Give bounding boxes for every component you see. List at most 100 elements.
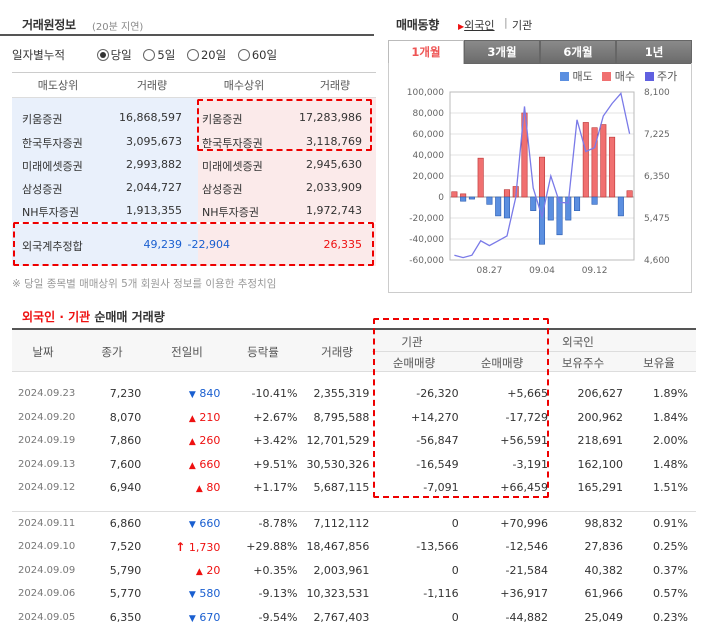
broker-footnote: ※ 당일 종목별 매매상위 5개 회원사 정보를 이용한 추정치임 xyxy=(12,278,277,290)
buy-bar xyxy=(600,124,607,198)
tab-3month[interactable]: 3개월 xyxy=(464,40,540,64)
buy-volume: 2,945,630 xyxy=(306,158,362,171)
table-row: 2024.09.06 5,770 ▼ 580 -9.13% 10,323,531 -1,1… xyxy=(12,582,696,606)
header-inst: 기관 xyxy=(401,335,423,349)
header-buy-vol: 거래량 xyxy=(319,79,351,92)
left-tick-label: -60,000 xyxy=(409,256,444,266)
cell-inst-net: -26,320 xyxy=(416,387,459,401)
buy-firm: 키움증권 xyxy=(202,113,243,126)
tab-1year[interactable]: 1년 xyxy=(616,40,692,64)
tab-6month[interactable]: 6개월 xyxy=(540,40,616,64)
cell-rate: +3.42% xyxy=(253,434,298,448)
cell-date: 2024.09.13 xyxy=(18,458,76,470)
cell-ratio: 0.23% xyxy=(653,610,688,624)
header-sell-vol: 거래량 xyxy=(136,79,168,92)
row-spacer xyxy=(12,499,696,512)
cell-date: 2024.09.20 xyxy=(18,411,76,423)
toggle-inst[interactable]: 기관 xyxy=(512,17,532,33)
broker-row: 삼성증권 2,044,727 삼성증권 2,033,909 xyxy=(12,176,376,199)
change-value: 670 xyxy=(199,610,221,624)
sell-volume: 3,095,673 xyxy=(126,135,182,148)
radio-icon[interactable] xyxy=(143,49,156,61)
cell-inst-net: -1,116 xyxy=(423,587,459,601)
broker-row: 미래에셋증권 2,993,882 미래에셋증권 2,945,630 xyxy=(12,153,376,176)
down-arrow-icon: ▼ xyxy=(188,390,196,401)
cell-ratio: 0.37% xyxy=(653,563,688,577)
buy-bar xyxy=(609,136,616,198)
left-tick-label: 80,000 xyxy=(413,109,445,119)
cell-inst-net: 0 xyxy=(451,517,459,530)
sell-bar xyxy=(468,196,475,200)
radio-today[interactable]: 당일 xyxy=(96,48,140,62)
cell-inst-net: 0 xyxy=(451,610,459,624)
change-value: 580 xyxy=(199,587,221,601)
cell-volume: 2,003,961 xyxy=(313,563,370,577)
radio-20day[interactable]: 20일 xyxy=(186,48,234,62)
left-tick-label: 20,000 xyxy=(413,172,445,182)
change-value: 660 xyxy=(199,457,221,471)
sell-firm: 한국투자증권 xyxy=(22,137,83,150)
cell-date: 2024.09.06 xyxy=(18,588,76,600)
left-tick-label: -20,000 xyxy=(409,214,444,224)
radio-icon[interactable] xyxy=(96,49,109,61)
sell-volume: 2,044,727 xyxy=(126,181,182,194)
change-value: 210 xyxy=(199,410,221,424)
cell-change: ▲ 660 xyxy=(149,453,228,477)
table-row: 2024.09.13 7,600 ▲ 660 +9.51% 30,530,326 -16,… xyxy=(12,453,696,477)
net-header: 날짜 종가 전일비 등락률 거래량 기관 순매매량 순매매량 외국인 보유주수 … xyxy=(12,328,696,372)
toggle-divider: | xyxy=(504,16,508,29)
sell-firm: 키움증권 xyxy=(22,113,63,126)
toggle-foreign[interactable]: ▶외국인 xyxy=(458,17,495,33)
header-change: 전일비 xyxy=(171,345,203,359)
buy-bar xyxy=(451,191,458,198)
sell-bar xyxy=(617,196,624,217)
cell-inst-net: -7,091 xyxy=(423,481,459,495)
cell-close: 7,520 xyxy=(109,540,142,554)
change-value: 840 xyxy=(199,387,221,401)
cell-holding: 27,836 xyxy=(584,540,624,554)
cell-foreign-net: +56,591 xyxy=(500,434,548,448)
cell-close: 7,860 xyxy=(109,434,142,448)
period-label: 일자별누적 xyxy=(12,48,65,62)
up-arrow-icon: ▲ xyxy=(188,460,196,471)
radio-60day[interactable]: 60일 xyxy=(237,48,285,62)
broker-row: NH투자증권 1,913,355 NH투자증권 1,972,743 xyxy=(12,199,376,222)
cell-ratio: 2.00% xyxy=(653,434,688,448)
header-ratio: 보유율 xyxy=(643,356,675,370)
buy-volume: 1,972,743 xyxy=(306,204,362,217)
table-row: 2024.09.19 7,860 ▲ 260 +3.42% 12,701,529 -56,… xyxy=(12,429,696,453)
buy-volume: 3,118,769 xyxy=(306,135,362,148)
cell-ratio: 0.91% xyxy=(653,517,688,530)
cell-change: ↑ 1,730 xyxy=(149,535,228,559)
broker-row: 키움증권 16,868,597 키움증권 17,283,986 xyxy=(12,106,376,129)
header-buy-top: 매수상위 xyxy=(223,79,265,92)
cell-change: ▲ 80 xyxy=(149,476,228,500)
buy-bar xyxy=(582,122,589,198)
x-tick-label: 08.27 xyxy=(477,266,503,276)
sell-bar xyxy=(486,196,493,205)
right-tick-label: 7,225 xyxy=(644,130,670,140)
cell-foreign-net: -3,191 xyxy=(512,457,548,471)
radio-icon[interactable] xyxy=(186,49,199,61)
cell-close: 7,600 xyxy=(109,457,142,471)
cell-close: 6,860 xyxy=(109,517,142,530)
radio-icon[interactable] xyxy=(237,49,250,61)
foreign-label: 외국계추정합 xyxy=(22,240,83,253)
cell-change: ▼ 580 xyxy=(149,582,228,606)
cell-change: ▲ 20 xyxy=(149,559,228,583)
tab-1month[interactable]: 1개월 xyxy=(388,40,464,64)
sell-bar xyxy=(530,196,537,211)
table-row: 2024.09.09 5,790 ▲ 20 +0.35% 2,003,961 0 -21,5… xyxy=(12,559,696,583)
period-selector: 일자별누적 당일 5일 20일 60일 xyxy=(12,47,285,67)
cell-close: 5,770 xyxy=(109,587,142,601)
cell-inst-net: -56,847 xyxy=(416,434,459,448)
trend-section: 매매동향 ▶외국인 | 기관 1개월 3개월 6개월 1년 매도 매수 주가 1… xyxy=(388,0,694,300)
left-tick-label: 100,000 xyxy=(407,88,444,98)
radio-5day[interactable]: 5일 xyxy=(143,48,183,62)
sell-firm: 삼성증권 xyxy=(22,183,63,196)
down-arrow-icon: ▼ xyxy=(188,613,196,624)
cell-date: 2024.09.23 xyxy=(18,388,76,400)
left-tick-label: -40,000 xyxy=(409,235,444,245)
broker-subtitle: (20분 지연) xyxy=(92,22,144,33)
buy-firm: 삼성증권 xyxy=(202,183,243,196)
